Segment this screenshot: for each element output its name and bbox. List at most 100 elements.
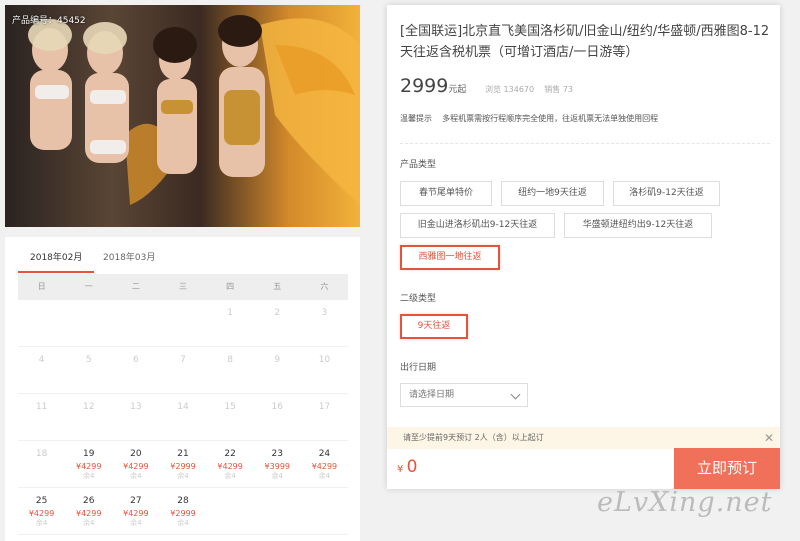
option-losangeles[interactable]: 洛杉矶9-12天往返 (613, 181, 720, 206)
day-price: ¥4299 (217, 462, 243, 471)
calendar-day[interactable]: 28 ¥2999 余4 (159, 488, 206, 534)
calendar-day (18, 300, 65, 346)
calendar-day (254, 488, 301, 534)
price-value: 2999 (400, 75, 449, 97)
calendar-day (112, 300, 159, 346)
tab-2018-03[interactable]: 2018年03月 (103, 251, 155, 273)
day-number: 14 (177, 402, 189, 412)
calendar-day: 2 (254, 300, 301, 346)
product-type-label: 产品类型 (400, 160, 437, 170)
calendar-week: 18 19 ¥4299 余4 20 ¥4299 余4 21 ¥2999 余4 22 ¥4299 余4 23… (18, 441, 348, 488)
day-price: ¥2999 (170, 462, 196, 471)
day-number: 2 (274, 308, 281, 318)
month-tabs: 2018年02月 2018年03月 (17, 251, 348, 273)
tip-text: 多程机票需按行程顺序完全使用，往返机票无法单独使用回程 (442, 114, 659, 123)
calendar-day (159, 300, 206, 346)
price-calendar: 2018年02月 2018年03月 日 一 二 三 四 五 六 12345678… (5, 237, 360, 541)
calendar-day: 13 (112, 394, 159, 440)
day-number: 15 (224, 402, 236, 412)
calendar-day[interactable]: 23 ¥3999 余4 (254, 441, 301, 487)
day-remaining: 余4 (177, 472, 189, 480)
notice-text: 请至少提前9天预订 2人（含）以上起订 (403, 433, 544, 442)
option-dc-ny[interactable]: 华盛顿进纽约出9-12天往返 (564, 213, 712, 238)
divider (400, 143, 770, 144)
calendar-day: 10 (301, 347, 348, 393)
calendar-day: 14 (159, 394, 206, 440)
day-number: 26 (82, 496, 95, 506)
total-value: 0 (406, 457, 418, 477)
day-price: ¥4299 (75, 509, 102, 518)
day-number: 11 (35, 402, 48, 412)
date-label: 出行日期 (400, 363, 437, 373)
day-number: 6 (132, 355, 139, 365)
calendar-day: 4 (18, 347, 65, 393)
day-remaining: 余4 (82, 519, 95, 527)
day-number: 27 (130, 496, 142, 506)
book-now-button[interactable]: 立即预订 (674, 448, 780, 489)
price: 2999元起 (400, 75, 466, 97)
day-price: ¥4299 (123, 462, 149, 471)
day-number: 25 (35, 496, 48, 506)
calendar-week: 11 12 13 14 15 16 17 (18, 394, 348, 441)
day-number: 20 (130, 449, 142, 459)
calendar-day: 18 (18, 441, 65, 487)
photo-illustration (28, 15, 360, 206)
calendar-day[interactable]: 26 ¥4299 余4 (65, 488, 112, 534)
day-number: 5 (85, 355, 92, 365)
calendar-day: 7 (159, 347, 206, 393)
day-number: 16 (271, 402, 283, 412)
weekday-sat: 六 (320, 282, 329, 291)
day-price: ¥4299 (311, 462, 338, 471)
weekday-sun: 日 (37, 282, 46, 291)
weekday-wed: 三 (178, 282, 187, 291)
weekday-thu: 四 (226, 282, 235, 291)
day-remaining: 余4 (130, 519, 142, 527)
stats: 浏览 134670 销售 73 (485, 84, 573, 95)
close-icon[interactable]: ✕ (764, 427, 774, 449)
option-spring-sale[interactable]: 春节尾单特价 (400, 181, 492, 206)
date-select[interactable]: 请选择日期 (400, 383, 528, 407)
option-seattle[interactable]: 西雅图一地往返 (400, 245, 500, 270)
day-number: 23 (271, 449, 283, 459)
tab-2018-02[interactable]: 2018年02月 (17, 251, 95, 273)
calendar-day[interactable]: 21 ¥2999 余4 (159, 441, 206, 487)
calendar-day[interactable]: 25 ¥4299 余4 (18, 488, 65, 534)
watermark: eLvXing.net (597, 487, 773, 518)
calendar-day: 9 (254, 347, 301, 393)
day-number: 9 (274, 355, 281, 365)
day-price: ¥3999 (264, 462, 290, 471)
calendar-day: 11 (18, 394, 65, 440)
total-price: ¥ 0 (397, 457, 417, 477)
calendar-day: 12 (65, 394, 112, 440)
views-label: 浏览 (485, 85, 501, 94)
calendar-day: 1 (207, 300, 254, 346)
calendar-day[interactable]: 20 ¥4299 余4 (112, 441, 159, 487)
day-number: 28 (177, 496, 189, 506)
option-sf-la[interactable]: 旧金山进洛杉矶出9-12天往返 (400, 213, 555, 238)
day-remaining: 余4 (271, 472, 283, 480)
day-price: ¥4299 (75, 462, 102, 471)
chevron-down-icon (510, 389, 521, 400)
day-number: 17 (318, 402, 331, 412)
day-remaining: 余4 (224, 472, 236, 480)
day-price: ¥4299 (123, 509, 149, 518)
calendar-day[interactable]: 27 ¥4299 余4 (112, 488, 159, 534)
calendar-day (65, 300, 112, 346)
day-remaining: 余4 (130, 472, 142, 480)
product-code: 产品编号：45452 (12, 16, 86, 26)
day-number: 24 (318, 449, 331, 459)
option-9-days[interactable]: 9天往返 (400, 314, 468, 339)
product-title: [全国联运]北京直飞美国洛杉矶/旧金山/纽约/华盛顿/西雅图8-12天往返含税机… (400, 24, 770, 60)
calendar-week: 4 5 6 7 8 9 10 (18, 347, 348, 394)
calendar-day[interactable]: 19 ¥4299 余4 (65, 441, 112, 487)
option-newyork-9d[interactable]: 纽约一地9天往返 (501, 181, 604, 206)
calendar-day[interactable]: 22 ¥4299 余4 (207, 441, 254, 487)
sales-count: 73 (562, 85, 573, 94)
product-photo: 产品编号：45452 (5, 5, 360, 227)
day-number: 22 (224, 449, 236, 459)
calendar-day[interactable]: 24 ¥4299 余4 (301, 441, 348, 487)
day-number: 18 (35, 449, 48, 459)
calendar-day: 17 (301, 394, 348, 440)
weekday-mon: 一 (84, 282, 93, 291)
day-number: 1 (227, 308, 233, 318)
